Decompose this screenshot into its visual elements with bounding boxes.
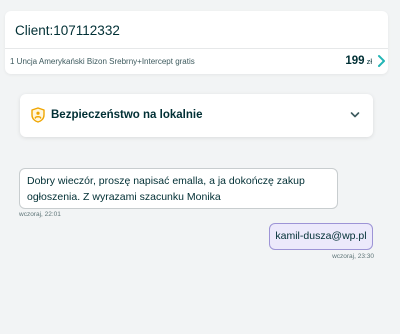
safety-label: Bezpieczeństwo na lokalnie: [51, 109, 203, 121]
price-currency: zł: [366, 57, 372, 66]
ad-title[interactable]: 1 Uncja Amerykański Bizon Srebrny+Interc…: [10, 57, 195, 66]
price-value: 199: [345, 55, 365, 67]
ad-price: 199 zł: [345, 55, 372, 67]
outgoing-message-time: wczoraj, 23:30: [332, 253, 374, 260]
incoming-message-time: wczoraj, 22:01: [19, 211, 61, 218]
client-title: Client:107112332: [15, 23, 120, 38]
chevron-right-icon[interactable]: [376, 54, 386, 68]
incoming-message-bubble: Dobry wieczór, proszę napisać emalla, a …: [19, 168, 338, 209]
divider: [5, 48, 388, 49]
safety-accordion[interactable]: Bezpieczeństwo na lokalnie: [20, 94, 373, 137]
outgoing-message-bubble: kamil-dusza@wp.pl: [269, 223, 373, 250]
shield-icon: [31, 107, 45, 123]
chevron-down-icon[interactable]: [350, 111, 360, 119]
